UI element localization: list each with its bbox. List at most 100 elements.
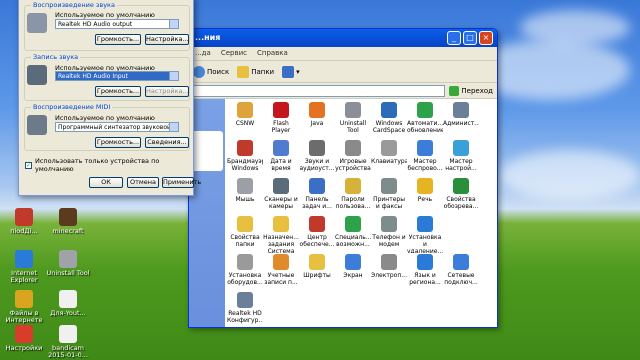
control-panel-item-label: CSNW [235,120,255,127]
speaker-icon [27,13,47,33]
applet-icon [417,140,433,156]
control-panel-item-label: Игровые устройства [335,158,371,172]
maximize-button[interactable]: □ [463,31,477,45]
control-panel-item[interactable]: Пароли пользова... [335,177,371,215]
applet-icon [381,254,397,270]
recording-device-value: Realtek HD Audio Input [58,73,128,80]
go-arrow-icon [449,85,460,96]
ok-button[interactable]: ОК [89,177,123,188]
control-panel-item-label: Свойства папки [230,234,260,248]
search-button[interactable]: Поиск [193,65,229,78]
midi-volume-button[interactable]: Громкость... [95,137,141,148]
control-panel-item-label: Учетные записи п... [264,272,298,286]
control-panel-item-label: Звуки и аудиоуст... [299,158,335,172]
control-panel-item-label: Мастер настрой... [445,158,477,172]
control-panel-item[interactable]: Электроп... [371,253,407,291]
desktop-icon[interactable]: Файлы в Интернете [2,290,46,324]
control-panel-item-label: Назначен... задания Система [263,234,299,253]
control-panel-item[interactable]: Мышь [227,177,263,215]
playback-volume-button[interactable]: Громкость... [95,34,141,45]
applet-icon [345,140,361,156]
desktop-icon[interactable]: Настройки [2,325,46,352]
applet-icon [453,102,469,118]
midi-keyboard-icon [27,115,47,135]
desktop-icon-label: пiodДi… [10,227,38,235]
control-panel-item[interactable] [443,215,479,253]
control-panel-item[interactable]: Телефон и модем [371,215,407,253]
control-panel-item[interactable]: Сетевые подключ... [443,253,479,291]
address-bar: Переход [189,83,497,99]
control-panel-item[interactable]: Учетные записи п... [263,253,299,291]
control-panel-item[interactable]: Свойства папки [227,215,263,253]
toolbar: Поиск Папки ▾ [189,61,497,83]
desktop-icon[interactable]: bandicam 2015-01-0... [46,325,90,359]
control-panel-item[interactable]: Экран [335,253,371,291]
control-panel-item[interactable]: Шрифты [299,253,335,291]
folder-icon [237,65,250,78]
minimize-button[interactable]: _ [447,31,461,45]
applet-icon [417,178,433,194]
view-grid-icon [282,65,295,78]
control-panel-item[interactable]: CSNW [227,101,263,139]
midi-about-button[interactable]: Сведения... [145,137,189,148]
control-panel-item[interactable]: Сканеры и камеры [263,177,299,215]
desktop-icon[interactable]: Uninstall Tool [46,250,90,277]
control-panel-item[interactable]: Дата и время [263,139,299,177]
control-panel-item-label: Панель задач и... [302,196,332,210]
applet-icon [381,140,397,156]
desktop-app-icon [59,250,77,268]
control-panel-item[interactable]: Панель задач и... [299,177,335,215]
control-panel-item[interactable]: Java [299,101,335,139]
control-panel-item[interactable]: Мастер настрой... [443,139,479,177]
control-panel-item[interactable]: Язык и региона... [407,253,443,291]
control-panel-item[interactable]: Брандмауэр Windows [227,139,263,177]
control-panel-item[interactable]: Специаль... возможн... [335,215,371,253]
task-pane-box [191,131,223,171]
microphone-icon [27,65,47,85]
control-panel-item[interactable]: Автомати... обновление [407,101,443,139]
recording-device-select[interactable]: Realtek HD Audio Input [55,71,179,81]
menu-item-help[interactable]: Справка [257,49,288,58]
control-panel-item[interactable]: Звуки и аудиоуст... [299,139,335,177]
playback-device-select[interactable]: Realtek HD Audio output [55,19,179,29]
menu-item-view[interactable]: ...да [195,49,211,58]
control-panel-item[interactable]: Flash Player [263,101,299,139]
control-panel-item-label: Дата и время [270,158,292,172]
applet-icon [453,178,469,194]
control-panel-item[interactable]: Свойства обозрева... [443,177,479,215]
control-panel-item[interactable]: Назначен... задания Система [263,215,299,253]
chevron-down-icon [169,72,178,80]
go-button[interactable]: Переход [449,85,493,96]
views-button[interactable]: ▾ [282,65,300,78]
applet-icon [309,140,325,156]
control-panel-item[interactable]: Uninstall Tool [335,101,371,139]
control-panel-item[interactable]: Установка и удаление... [407,215,443,253]
midi-device-select[interactable]: Программный синтезатор звуковой [55,122,179,132]
control-panel-item[interactable]: Речь [407,177,443,215]
menu-item-tools[interactable]: Сервис [221,49,247,58]
recording-volume-button[interactable]: Громкость... [95,86,141,97]
control-panel-item[interactable]: Админист... [443,101,479,139]
desktop-icon[interactable]: minecraft [46,208,90,235]
control-panel-item[interactable]: Realtek HD Конфигур... [227,291,263,329]
desktop-icon[interactable]: Для-Yout... [46,290,90,317]
address-input[interactable] [193,84,446,97]
chevron-down-icon [169,123,178,131]
cancel-button[interactable]: Отмена [127,177,159,188]
close-button[interactable]: × [479,31,493,45]
apply-button[interactable]: Применить [162,177,201,188]
control-panel-item[interactable]: Мастер беспрово... [407,139,443,177]
control-panel-item[interactable]: Установка оборудов... [227,253,263,291]
applet-icon [309,216,325,232]
control-panel-item[interactable]: Центр обеспече... [299,215,335,253]
folders-button[interactable]: Папки [237,65,274,78]
control-panel-item[interactable]: Windows CardSpace [371,101,407,139]
playback-advanced-button[interactable]: Настройка... [145,34,189,45]
desktop-icon[interactable]: пiodДi… [2,208,46,235]
default-only-checkbox[interactable]: ✓ Использовать только устройства по умолч… [25,157,193,173]
desktop-icon[interactable]: Internet Explorer [2,250,46,284]
control-panel-item[interactable]: Принтеры и факсы [371,177,407,215]
recording-advanced-button[interactable]: Настройка... [145,86,189,97]
control-panel-item[interactable]: Игровые устройства [335,139,371,177]
control-panel-item[interactable]: Клавиатура [371,139,407,177]
